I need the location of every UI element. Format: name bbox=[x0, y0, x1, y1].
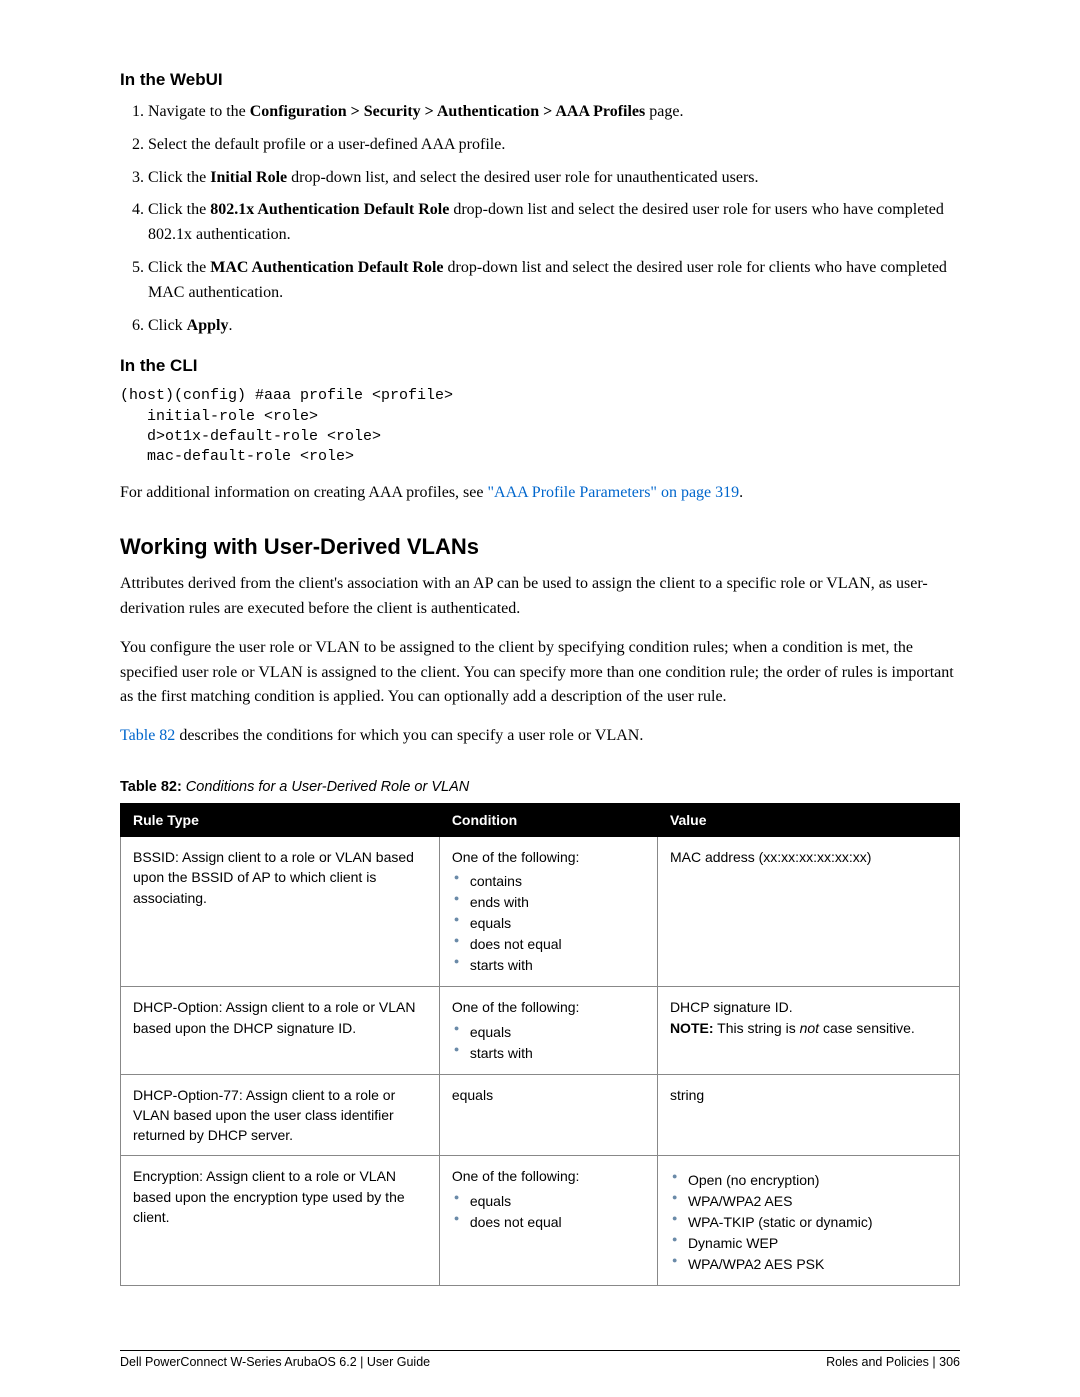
th-condition: Condition bbox=[439, 803, 657, 836]
cell-rule: BSSID: Assign client to a role or VLAN b… bbox=[121, 836, 440, 986]
bullet-list: Open (no encryption) WPA/WPA2 AES WPA-TK… bbox=[670, 1170, 947, 1275]
link-aaa-profile-parameters[interactable]: "AAA Profile Parameters" on page 319 bbox=[487, 484, 739, 501]
cell-value: DHCP signature ID. NOTE: This string is … bbox=[657, 987, 959, 1074]
heading-cli: In the CLI bbox=[120, 356, 960, 376]
bold-text: Initial Role bbox=[210, 169, 287, 186]
text: DHCP signature ID. bbox=[670, 997, 947, 1017]
text: drop-down list, and select the desired u… bbox=[287, 169, 758, 186]
cli-code-block: (host)(config) #aaa profile <profile> in… bbox=[120, 386, 960, 467]
bullet-list: equals does not equal bbox=[452, 1191, 645, 1233]
list-item: equals bbox=[452, 913, 645, 934]
list-item: Click Apply. bbox=[148, 314, 960, 339]
bullet-list: equals starts with bbox=[452, 1022, 645, 1064]
cell-value: MAC address (xx:xx:xx:xx:xx:xx) bbox=[657, 836, 959, 986]
text: Click the bbox=[148, 169, 210, 186]
text: Click the bbox=[148, 201, 210, 218]
conditions-table: Rule Type Condition Value BSSID: Assign … bbox=[120, 803, 960, 1286]
bold-text: MAC Authentication Default Role bbox=[210, 259, 443, 276]
table-header-row: Rule Type Condition Value bbox=[121, 803, 960, 836]
cell-rule: DHCP-Option: Assign client to a role or … bbox=[121, 987, 440, 1074]
list-item: starts with bbox=[452, 955, 645, 976]
product-name: Dell PowerConnect W-Series ArubaOS 6.2 bbox=[120, 1355, 357, 1369]
doc-type: | User Guide bbox=[357, 1355, 430, 1369]
cli-note-paragraph: For additional information on creating A… bbox=[120, 481, 960, 506]
table-row: DHCP-Option: Assign client to a role or … bbox=[121, 987, 960, 1074]
list-item: starts with bbox=[452, 1043, 645, 1064]
table-caption: Table 82: Conditions for a User-Derived … bbox=[120, 779, 960, 795]
list-item: Dynamic WEP bbox=[670, 1233, 947, 1254]
table-row: Encryption: Assign client to a role or V… bbox=[121, 1156, 960, 1286]
list-item: does not equal bbox=[452, 1212, 645, 1233]
bold-text: 802.1x Authentication Default Role bbox=[210, 201, 449, 218]
th-value: Value bbox=[657, 803, 959, 836]
note-label: NOTE: bbox=[670, 1020, 714, 1036]
list-item: WPA/WPA2 AES bbox=[670, 1191, 947, 1212]
page-number: 306 bbox=[939, 1355, 960, 1369]
paragraph: Attributes derived from the client's ass… bbox=[120, 572, 960, 622]
list-item: Navigate to the Configuration > Security… bbox=[148, 100, 960, 125]
bold-text: Apply bbox=[187, 317, 229, 334]
text: One of the following: bbox=[452, 1168, 580, 1184]
cell-condition: One of the following: equals does not eq… bbox=[439, 1156, 657, 1286]
footer-left: Dell PowerConnect W-Series ArubaOS 6.2 |… bbox=[120, 1355, 430, 1369]
separator: | bbox=[929, 1355, 939, 1369]
paragraph: You configure the user role or VLAN to b… bbox=[120, 636, 960, 710]
list-item: contains bbox=[452, 871, 645, 892]
cell-rule: Encryption: Assign client to a role or V… bbox=[121, 1156, 440, 1286]
list-item: Open (no encryption) bbox=[670, 1170, 947, 1191]
cell-value: Open (no encryption) WPA/WPA2 AES WPA-TK… bbox=[657, 1156, 959, 1286]
section-name: Roles and Policies bbox=[826, 1355, 929, 1369]
cell-condition: equals bbox=[439, 1074, 657, 1156]
list-item: does not equal bbox=[452, 934, 645, 955]
caption-label: Table 82: bbox=[120, 779, 182, 795]
text: . bbox=[739, 484, 743, 501]
paragraph: Table 82 describes the conditions for wh… bbox=[120, 724, 960, 749]
cell-condition: One of the following: contains ends with… bbox=[439, 836, 657, 986]
caption-title: Conditions for a User-Derived Role or VL… bbox=[182, 779, 469, 795]
list-item: equals bbox=[452, 1191, 645, 1212]
text: describes the conditions for which you c… bbox=[175, 727, 643, 744]
cell-rule: DHCP-Option-77: Assign client to a role … bbox=[121, 1074, 440, 1156]
list-item: WPA-TKIP (static or dynamic) bbox=[670, 1212, 947, 1233]
text: This string is bbox=[714, 1020, 800, 1036]
italic-text: not bbox=[800, 1020, 819, 1036]
list-item: WPA/WPA2 AES PSK bbox=[670, 1254, 947, 1275]
bullet-list: contains ends with equals does not equal… bbox=[452, 871, 645, 976]
section-title: Working with User-Derived VLANs bbox=[120, 534, 960, 560]
webui-steps-list: Navigate to the Configuration > Security… bbox=[120, 100, 960, 338]
list-item: Click the Initial Role drop-down list, a… bbox=[148, 166, 960, 191]
table-row: DHCP-Option-77: Assign client to a role … bbox=[121, 1074, 960, 1156]
list-item: equals bbox=[452, 1022, 645, 1043]
text: For additional information on creating A… bbox=[120, 484, 487, 501]
text: . bbox=[228, 317, 232, 334]
list-item: Click the MAC Authentication Default Rol… bbox=[148, 256, 960, 306]
text: Navigate to the bbox=[148, 103, 250, 120]
list-item: Click the 802.1x Authentication Default … bbox=[148, 198, 960, 248]
cell-value: string bbox=[657, 1074, 959, 1156]
table-row: BSSID: Assign client to a role or VLAN b… bbox=[121, 836, 960, 986]
th-rule-type: Rule Type bbox=[121, 803, 440, 836]
list-item: ends with bbox=[452, 892, 645, 913]
heading-webui: In the WebUI bbox=[120, 70, 960, 90]
note-line: NOTE: This string is not case sensitive. bbox=[670, 1018, 947, 1038]
text: case sensitive. bbox=[819, 1020, 915, 1036]
text: One of the following: bbox=[452, 999, 580, 1015]
footer-right: Roles and Policies | 306 bbox=[826, 1355, 960, 1369]
text: Click the bbox=[148, 259, 210, 276]
link-table-82[interactable]: Table 82 bbox=[120, 727, 175, 744]
text: Click bbox=[148, 317, 187, 334]
bold-text: Configuration > Security > Authenticatio… bbox=[250, 103, 646, 120]
page-footer: Dell PowerConnect W-Series ArubaOS 6.2 |… bbox=[120, 1350, 960, 1369]
text: page. bbox=[645, 103, 683, 120]
text: One of the following: bbox=[452, 849, 580, 865]
cell-condition: One of the following: equals starts with bbox=[439, 987, 657, 1074]
list-item: Select the default profile or a user-def… bbox=[148, 133, 960, 158]
